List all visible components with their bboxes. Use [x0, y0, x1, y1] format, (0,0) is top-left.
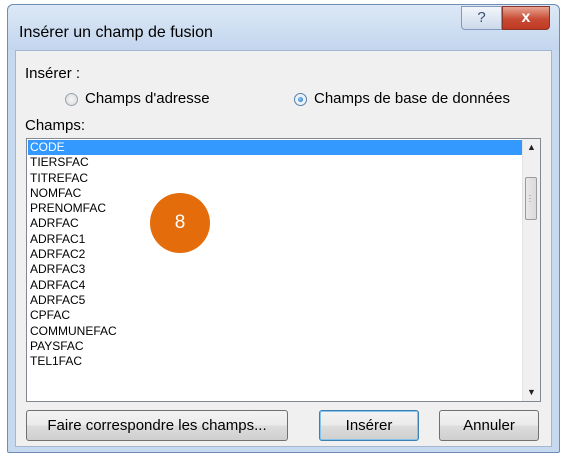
close-icon: x [521, 9, 531, 26]
database-fields-radio[interactable] [294, 93, 307, 106]
insert-button[interactable]: Insérer [319, 410, 419, 441]
address-fields-radio[interactable] [65, 93, 78, 106]
list-item[interactable]: ADRFAC2 [28, 247, 524, 262]
scrollbar-thumb[interactable]: --- [525, 177, 537, 220]
list-item[interactable]: TIERSFAC [28, 155, 524, 170]
dialog-body: Insérer : Champs d'adresse Champs de bas… [15, 50, 552, 447]
database-fields-label[interactable]: Champs de base de données [314, 90, 510, 107]
step-number-badge: 8 [150, 193, 210, 253]
list-item[interactable]: CPFAC [28, 308, 524, 323]
list-item[interactable]: ADRFAC4 [28, 278, 524, 293]
cancel-button[interactable]: Annuler [439, 410, 539, 441]
list-item[interactable]: ADRFAC3 [28, 262, 524, 277]
list-item[interactable]: COMMUNEFAC [28, 324, 524, 339]
list-item[interactable]: CODE [28, 140, 524, 156]
list-item[interactable]: TITREFAC [28, 171, 524, 186]
fields-listbox[interactable]: CODE TIERSFAC TITREFAC NOMFAC PRENOMFAC ADRFA… [26, 138, 541, 402]
list-item[interactable]: PRENOMFAC [28, 201, 524, 216]
address-fields-label[interactable]: Champs d'adresse [85, 90, 210, 107]
list-item[interactable]: ADRFAC1 [28, 232, 524, 247]
list-item[interactable]: ADRFAC [28, 216, 524, 231]
help-icon: ? [477, 9, 486, 26]
match-fields-button[interactable]: Faire correspondre les champs... [26, 410, 288, 441]
help-button[interactable]: ? [461, 6, 502, 30]
close-button[interactable]: x [502, 6, 550, 30]
list-item[interactable]: TEL1FAC [28, 354, 524, 369]
list-item[interactable]: ADRFAC5 [28, 293, 524, 308]
fields-label: Champs: [25, 117, 86, 134]
vertical-scrollbar[interactable]: ▲ --- ▼ [522, 139, 540, 401]
list-item[interactable]: NOMFAC [28, 186, 524, 201]
radio-selected-dot [298, 97, 303, 102]
insert-merge-field-dialog: Insérer un champ de fusion ? x Insérer :… [7, 4, 560, 453]
list-item[interactable]: PAYSFAC [28, 339, 524, 354]
scroll-down-arrow-icon[interactable]: ▼ [523, 384, 540, 401]
grip-icon: --- [529, 193, 531, 205]
title-bar[interactable]: Insérer un champ de fusion ? x [8, 5, 559, 50]
insert-label: Insérer : [25, 65, 81, 82]
dialog-title: Insérer un champ de fusion [19, 24, 213, 41]
scroll-up-arrow-icon[interactable]: ▲ [523, 139, 540, 156]
fields-list: CODE TIERSFAC TITREFAC NOMFAC PRENOMFAC ADRFA… [28, 140, 524, 369]
